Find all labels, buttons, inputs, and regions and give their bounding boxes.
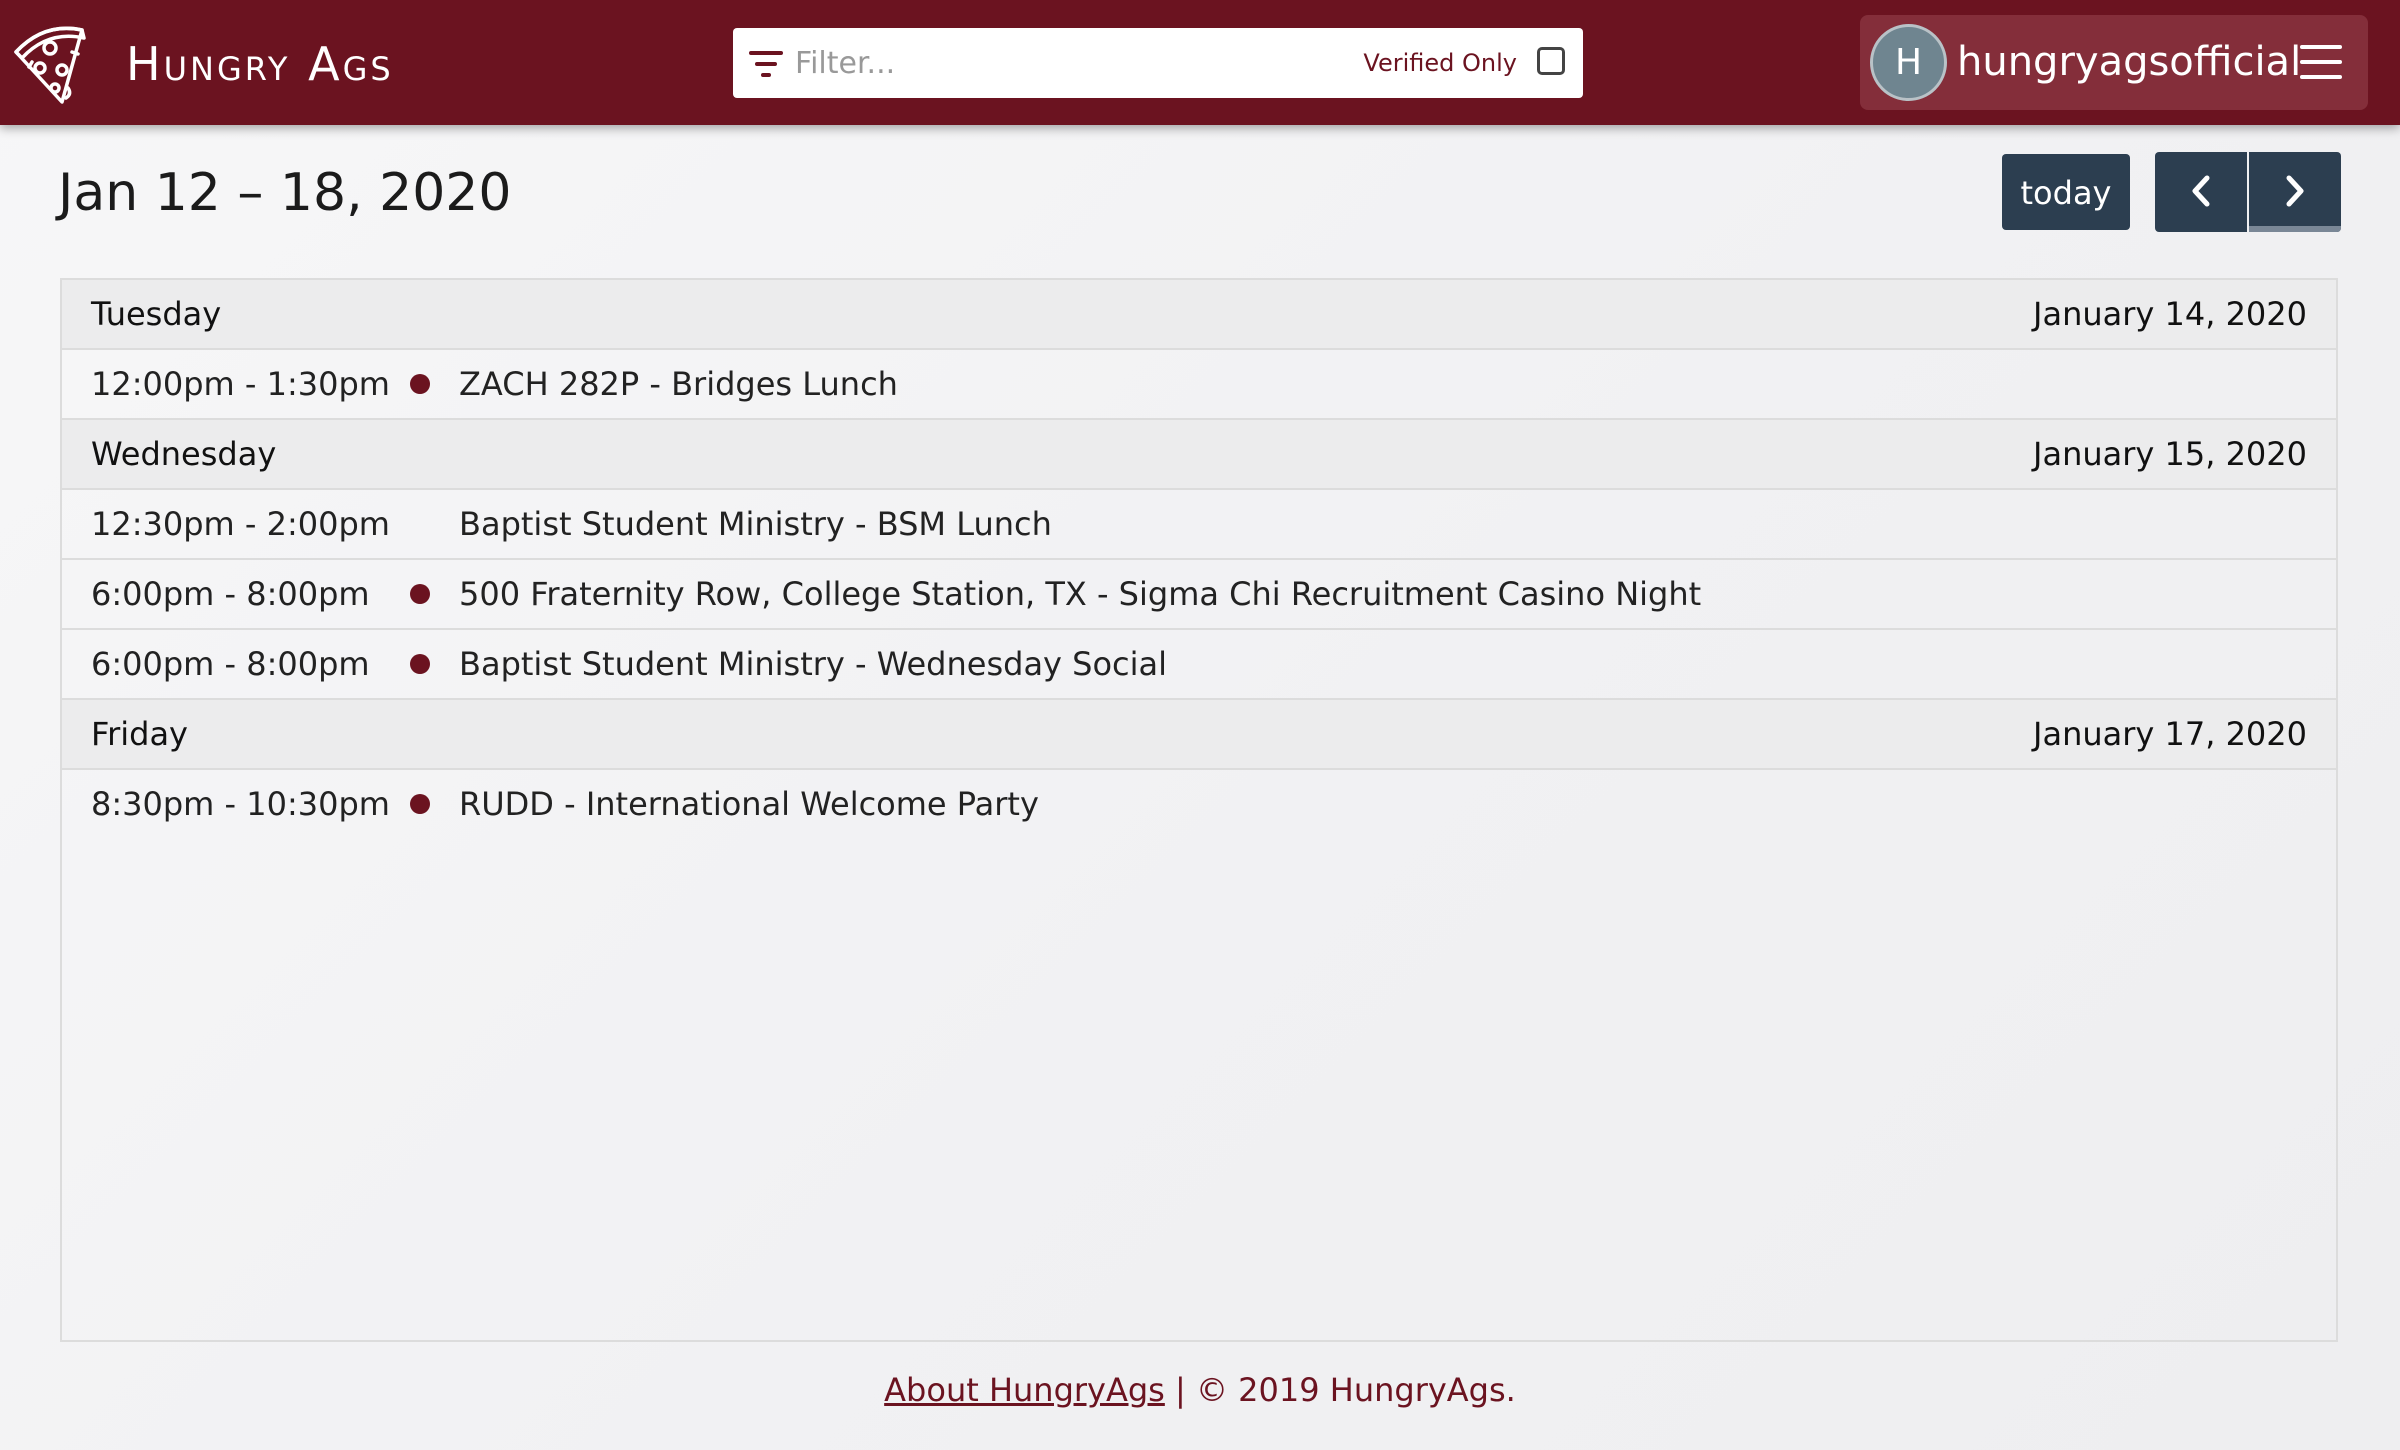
event-title[interactable]: Baptist Student Ministry - Wednesday Soc… xyxy=(459,630,1167,698)
copyright-text: | © 2019 HungryAgs. xyxy=(1164,1371,1516,1409)
day-header-wednesday: Wednesday January 15, 2020 xyxy=(62,420,2336,490)
event-row[interactable]: 12:00pm - 1:30pm ZACH 282P - Bridges Lun… xyxy=(62,350,2336,420)
user-menu[interactable]: H hungryagsofficial xyxy=(1860,15,2368,110)
filter-icon xyxy=(749,51,783,77)
event-dot xyxy=(410,584,430,604)
avatar[interactable]: H xyxy=(1870,24,1947,101)
prev-week-button[interactable] xyxy=(2155,152,2247,232)
day-name: Wednesday xyxy=(91,435,277,473)
event-row[interactable]: 6:00pm - 8:00pm Baptist Student Ministry… xyxy=(62,630,2336,700)
day-header-tuesday: Tuesday January 14, 2020 xyxy=(62,280,2336,350)
day-date: January 17, 2020 xyxy=(2033,715,2307,753)
event-row[interactable]: 12:30pm - 2:00pm Baptist Student Ministr… xyxy=(62,490,2336,560)
day-name: Tuesday xyxy=(91,295,222,333)
footer: About HungryAgs | © 2019 HungryAgs. xyxy=(0,1362,2400,1418)
today-button[interactable]: today xyxy=(2002,154,2130,230)
chevron-right-icon xyxy=(2286,175,2304,206)
username[interactable]: hungryagsofficial xyxy=(1957,15,2301,110)
brand-name[interactable]: Hungry Ags xyxy=(126,34,394,94)
event-time: 12:00pm - 1:30pm xyxy=(91,365,390,403)
event-list: Tuesday January 14, 2020 12:00pm - 1:30p… xyxy=(60,278,2338,1342)
filter-bar: Verified Only xyxy=(733,28,1583,98)
day-date: January 14, 2020 xyxy=(2033,295,2307,333)
event-row[interactable]: 8:30pm - 10:30pm RUDD - International We… xyxy=(62,770,2336,840)
day-name: Friday xyxy=(91,715,188,753)
week-nav-buttons xyxy=(2155,152,2341,232)
top-navbar: Hungry Ags Verified Only H hungryagsoffi… xyxy=(0,0,2400,125)
event-title[interactable]: ZACH 282P - Bridges Lunch xyxy=(459,350,898,418)
event-dot xyxy=(410,794,430,814)
event-time: 8:30pm - 10:30pm xyxy=(91,785,390,823)
event-dot xyxy=(410,374,430,394)
verified-only-label: Verified Only xyxy=(1363,49,1517,77)
verified-only-checkbox[interactable] xyxy=(1537,47,1565,75)
next-week-button[interactable] xyxy=(2249,152,2341,232)
event-time: 6:00pm - 8:00pm xyxy=(91,645,370,683)
chevron-left-icon xyxy=(2192,175,2210,206)
event-title[interactable]: Baptist Student Ministry - BSM Lunch xyxy=(459,490,1052,558)
event-title[interactable]: RUDD - International Welcome Party xyxy=(459,770,1039,838)
event-time: 6:00pm - 8:00pm xyxy=(91,575,370,613)
event-time: 12:30pm - 2:00pm xyxy=(91,505,390,543)
hamburger-menu-icon[interactable] xyxy=(2300,45,2342,79)
calendar-title: Jan 12 – 18, 2020 xyxy=(58,163,512,223)
event-dot xyxy=(410,654,430,674)
day-header-friday: Friday January 17, 2020 xyxy=(62,700,2336,770)
event-row[interactable]: 6:00pm - 8:00pm 500 Fraternity Row, Coll… xyxy=(62,560,2336,630)
about-link[interactable]: About HungryAgs xyxy=(884,1371,1165,1409)
day-date: January 15, 2020 xyxy=(2033,435,2307,473)
pizza-slice-icon[interactable] xyxy=(10,18,106,106)
event-title[interactable]: 500 Fraternity Row, College Station, TX … xyxy=(459,560,1701,628)
filter-input[interactable] xyxy=(795,36,1255,90)
